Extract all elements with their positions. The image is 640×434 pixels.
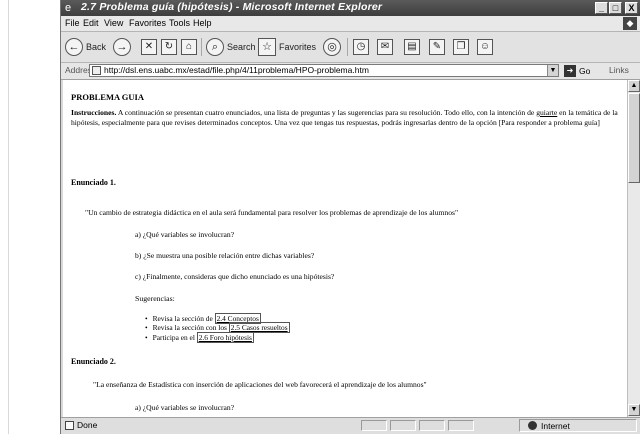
- maximize-button[interactable]: □: [609, 2, 622, 14]
- search-button[interactable]: ⌕ Search: [206, 37, 256, 57]
- search-icon: ⌕: [206, 38, 224, 56]
- instructions-text-1: A continuación se presentan cuatro enunc…: [116, 108, 537, 117]
- page-heading: PROBLEMA GUIA: [71, 92, 144, 102]
- enunciado-2-quote: "La enseñanza de Estadística con inserci…: [93, 380, 427, 389]
- question-a: a) ¿Qué variables se involucran?: [135, 230, 235, 239]
- mail-icon: ✉: [377, 39, 393, 55]
- home-button[interactable]: ⌂: [181, 37, 197, 57]
- forward-button[interactable]: →: [113, 37, 131, 57]
- scroll-up-icon[interactable]: ▲: [628, 80, 640, 92]
- menu-tools[interactable]: Tools: [169, 16, 190, 31]
- scan-margin: [0, 0, 18, 434]
- scroll-thumb[interactable]: [628, 93, 640, 183]
- status-cell: [390, 420, 416, 431]
- star-icon: ☆: [258, 38, 276, 56]
- question-b: b) ¿Se muestra una posible relación entr…: [135, 251, 315, 260]
- go-label: Go: [579, 65, 591, 76]
- margin-rule: [8, 0, 9, 434]
- back-label: Back: [86, 42, 107, 52]
- discuss-button[interactable]: ❐: [453, 37, 469, 57]
- globe-icon: [528, 421, 537, 430]
- discuss-icon: ❐: [453, 39, 469, 55]
- item-prefix: Participa en el: [152, 332, 197, 342]
- title-bar: e 2.7 Problema guía (hipótesis) - Micros…: [61, 0, 640, 16]
- ie-logo-icon: e: [65, 2, 72, 14]
- messenger-icon: ☺: [477, 39, 493, 55]
- refresh-button[interactable]: ↻: [161, 37, 177, 57]
- menu-edit[interactable]: Edit: [83, 16, 99, 31]
- history-button[interactable]: ◷: [353, 37, 369, 57]
- go-button[interactable]: ➜ Go: [564, 64, 590, 77]
- edit-button[interactable]: ✎: [429, 37, 445, 57]
- menu-favorites[interactable]: Favorites: [129, 16, 166, 31]
- status-cell: [419, 420, 445, 431]
- status-left: Done: [65, 420, 97, 430]
- sugerencias-list: Revisa la sección de 2.4 Conceptos Revis…: [145, 313, 290, 343]
- status-cell: [448, 420, 474, 431]
- address-bar: Address http://dsl.ens.uabc.mx/estad/fil…: [61, 63, 640, 80]
- mail-button[interactable]: ✉: [377, 37, 393, 57]
- status-cell: [361, 420, 387, 431]
- toolbar: ← Back → ✕ ↻ ⌂ ⌕ Search ☆ Favorites ◎ ◷: [61, 32, 640, 63]
- enunciado-2-title: Enunciado 2.: [71, 357, 116, 366]
- messenger-button[interactable]: ☺: [477, 37, 493, 57]
- menu-file[interactable]: File: [65, 16, 80, 31]
- vertical-scrollbar[interactable]: ▲ ▼: [627, 80, 640, 417]
- menu-bar: File Edit View Favorites Tools Help ◆: [61, 16, 640, 32]
- minimize-button[interactable]: _: [595, 2, 608, 14]
- toolbar-separator: [347, 38, 348, 56]
- question-a: a) ¿Qué variables se involucran?: [135, 403, 235, 412]
- toolbar-separator: [201, 38, 202, 56]
- address-url: http://dsl.ens.uabc.mx/estad/file.php/4/…: [104, 65, 369, 75]
- close-button[interactable]: X: [625, 2, 638, 14]
- page-done-icon: [65, 420, 74, 430]
- links-button[interactable]: Links: [609, 65, 629, 75]
- status-text: Done: [77, 420, 98, 430]
- browser-window: e 2.7 Problema guía (hipótesis) - Micros…: [60, 0, 640, 434]
- media-button[interactable]: ◎: [323, 37, 341, 57]
- forward-arrow-icon: →: [113, 38, 131, 56]
- enunciado-1-title: Enunciado 1.: [71, 178, 116, 187]
- scroll-down-icon[interactable]: ▼: [628, 404, 640, 416]
- instructions-label: Instrucciones.: [71, 108, 117, 117]
- favorites-button[interactable]: ☆ Favorites: [258, 37, 316, 57]
- window-title: 2.7 Problema guía (hipótesis) - Microsof…: [81, 1, 383, 13]
- menu-view[interactable]: View: [104, 16, 123, 31]
- page-content: PROBLEMA GUIA Instrucciones. A continuac…: [63, 80, 627, 417]
- stop-button[interactable]: ✕: [141, 37, 157, 57]
- status-cells: [361, 420, 477, 431]
- page-icon: [92, 66, 101, 75]
- security-zone: Internet: [519, 419, 637, 432]
- question-c: c) ¿Finalmente, consideras que dicho enu…: [135, 272, 335, 281]
- back-arrow-icon: ←: [65, 38, 83, 56]
- edit-page-icon: ✎: [429, 39, 445, 55]
- go-arrow-icon: ➜: [564, 64, 576, 77]
- address-input[interactable]: http://dsl.ens.uabc.mx/estad/file.php/4/…: [89, 64, 559, 77]
- back-button[interactable]: ← Back: [65, 37, 106, 57]
- print-button[interactable]: ▤: [404, 37, 420, 57]
- media-icon: ◎: [323, 38, 341, 56]
- favorites-label: Favorites: [279, 42, 317, 52]
- home-icon: ⌂: [181, 39, 197, 55]
- guiarte-link[interactable]: guiarte: [536, 108, 557, 117]
- list-item: Participa en el 2.6 Foro hipótesis: [145, 331, 290, 343]
- windows-flag-icon: ◆: [623, 17, 637, 30]
- link-foro-hipotesis[interactable]: 2.6 Foro hipótesis: [196, 331, 254, 343]
- menu-help[interactable]: Help: [193, 16, 212, 31]
- sugerencias-label: Sugerencias:: [135, 294, 175, 303]
- chevron-down-icon[interactable]: ▼: [547, 65, 558, 76]
- refresh-icon: ↻: [161, 39, 177, 55]
- enunciado-1-quote: "Un cambio de estrategia didáctica en el…: [85, 208, 459, 217]
- stop-icon: ✕: [141, 39, 157, 55]
- item-prefix: Revisa la sección de: [152, 314, 215, 323]
- history-icon: ◷: [353, 39, 369, 55]
- print-icon: ▤: [404, 39, 420, 55]
- search-label: Search: [227, 42, 256, 52]
- zone-text: Internet: [541, 420, 570, 431]
- instructions-paragraph: Instrucciones. A continuación se present…: [71, 108, 619, 127]
- status-bar: Done Internet: [61, 417, 640, 434]
